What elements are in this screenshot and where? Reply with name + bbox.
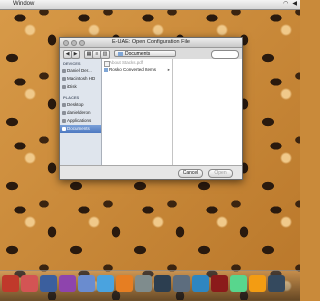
window-controls [63,40,85,46]
sidebar-item-idisk[interactable]: iDisk [60,83,101,91]
sidebar-item-desktop[interactable]: Desktop [60,101,101,109]
minimize-icon[interactable] [71,40,77,46]
dock-app-icon[interactable] [40,275,57,292]
dock-app-icon[interactable] [2,275,19,292]
vlc-icon[interactable] [116,275,133,292]
sidebar-item-computer[interactable]: Daniel Der... [60,67,101,75]
dock-app-icon[interactable] [154,275,171,292]
dialog-button-bar: Cancel Open [60,165,242,179]
dialog-titlebar: E-UAE: Open Configuration File [60,38,242,48]
menu-bar: Window ◠ ◀ [0,0,300,10]
music-app-icon[interactable] [97,275,114,292]
path-popup-button[interactable]: Documents [114,50,176,57]
home-icon [62,111,66,115]
sidebar-item-documents[interactable]: Documents [60,125,101,133]
dock-app-icon[interactable] [249,275,266,292]
sidebar-item-label: Documents [67,126,90,131]
cancel-button[interactable]: Cancel [178,169,203,178]
sidebar-item-label: iDisk [67,84,77,89]
sidebar-item-label: Macintosh HD [67,76,96,81]
idisk-icon [62,85,66,89]
column-view-button[interactable]: ▥ [100,50,110,59]
sidebar-item-macintosh-hd[interactable]: Macintosh HD [60,75,101,83]
computer-icon [62,69,66,73]
dock-app-icon[interactable] [230,275,247,292]
sidebar: DEVICES Daniel Der... Macintosh HD iDisk… [60,59,102,165]
dock-app-icon[interactable] [173,275,190,292]
sidebar-item-label: danielderon [67,110,91,115]
dock-app-icon[interactable] [21,275,38,292]
hard-drive-icon [62,77,66,81]
documents-icon [62,127,66,131]
dock [0,270,300,301]
wifi-icon[interactable]: ◠ [283,0,288,9]
sidebar-item-label: Daniel Der... [67,68,92,73]
dock-app-icon[interactable] [192,275,209,292]
menubar-status-icons: ◠ ◀ [283,0,297,9]
volume-icon[interactable]: ◀ [292,0,297,9]
file-browser-column: About Stacks.pdf Rosko Converted Items ▸ [102,59,173,165]
sidebar-item-home[interactable]: danielderon [60,109,101,117]
sidebar-item-applications[interactable]: Applications [60,117,101,125]
file-name: About Stacks.pdf [109,60,144,65]
folder-icon [118,51,123,56]
file-browser-column-empty [173,59,242,165]
desktop-icon [62,103,66,107]
sidebar-header-devices: DEVICES [63,61,81,66]
zoom-icon[interactable] [79,40,85,46]
path-popup-label: Documents [125,51,151,57]
dock-app-icon[interactable] [268,275,285,292]
sidebar-item-label: Desktop [67,102,84,107]
close-icon[interactable] [63,40,69,46]
dock-app-icon[interactable] [135,275,152,292]
open-button[interactable]: Open [208,169,233,178]
forward-button[interactable]: ▶ [71,50,80,59]
chevron-right-icon: ▸ [167,67,170,72]
dock-app-icon[interactable] [78,275,95,292]
dock-app-icon[interactable] [211,275,228,292]
list-item[interactable]: About Stacks.pdf [102,59,172,67]
sidebar-item-label: Applications [67,118,92,123]
list-item[interactable]: Rosko Converted Items ▸ [102,66,172,73]
open-file-dialog: E-UAE: Open Configuration File ◀ ▶ ▦ ≡ ▥… [59,37,243,180]
dialog-title: E-UAE: Open Configuration File [112,39,190,45]
search-input[interactable] [211,50,239,59]
file-name: Rosko Converted Items [109,67,157,72]
folder-icon [104,67,108,72]
dock-app-icon[interactable] [59,275,76,292]
menu-window[interactable]: Window [13,0,34,9]
sidebar-header-places: PLACES [63,95,80,100]
applications-icon [62,119,66,123]
